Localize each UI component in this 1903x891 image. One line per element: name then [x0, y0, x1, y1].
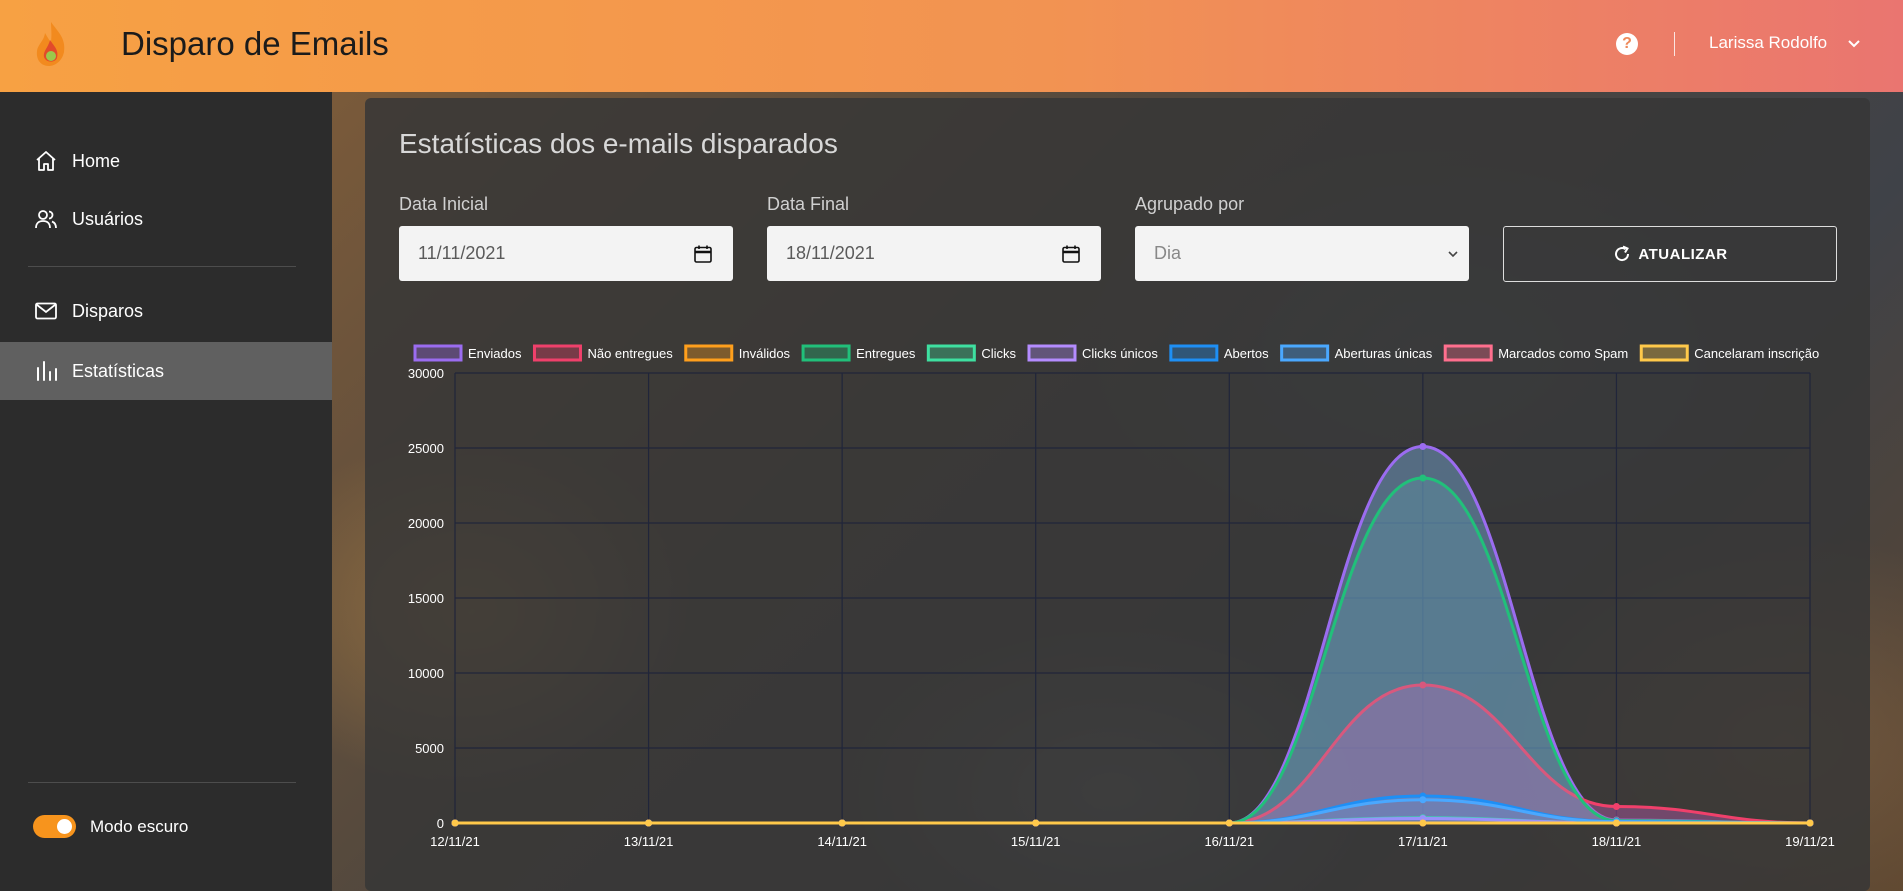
chevron-down-icon — [1448, 251, 1458, 258]
sidebar-item-estatisticas[interactable]: Estatísticas — [0, 342, 332, 400]
top-header: Disparo de Emails ? Larissa Rodolfo — [0, 0, 1903, 92]
header-divider — [1674, 32, 1675, 56]
sidebar-item-home[interactable]: Home — [0, 132, 332, 190]
end-date-value: 18/11/2021 — [786, 243, 875, 263]
user-menu-name[interactable]: Larissa Rodolfo — [1709, 33, 1827, 53]
sidebar-item-label: Home — [72, 150, 121, 171]
mail-icon — [35, 302, 57, 320]
start-date-label: Data Inicial — [399, 194, 489, 214]
chevron-down-icon[interactable] — [1846, 36, 1862, 52]
users-icon — [35, 210, 57, 229]
home-icon — [36, 151, 56, 171]
toggle-knob — [57, 819, 72, 834]
start-date-input[interactable]: 11/11/2021 — [399, 226, 733, 281]
sidebar-item-label: Estatísticas — [72, 360, 165, 381]
group-by-value: Dia — [1154, 243, 1182, 263]
app-title: Disparo de Emails — [121, 25, 389, 62]
sidebar-divider — [28, 782, 296, 783]
calendar-icon[interactable] — [693, 244, 713, 264]
statistics-card — [365, 98, 1870, 891]
calendar-icon[interactable] — [1061, 244, 1081, 264]
help-icon[interactable]: ? — [1616, 33, 1638, 55]
page-title: Estatísticas dos e-mails disparados — [399, 128, 838, 159]
sidebar-item-users[interactable]: Usuários — [0, 190, 332, 248]
dark-mode-label: Modo escuro — [90, 817, 189, 836]
logo-icon[interactable] — [32, 20, 70, 68]
refresh-label: ATUALIZAR — [1638, 245, 1728, 263]
refresh-button[interactable]: ATUALIZAR — [1503, 226, 1837, 282]
sidebar-item-label: Disparos — [72, 300, 144, 321]
start-date-value: 11/11/2021 — [418, 243, 506, 263]
refresh-icon — [1615, 245, 1630, 262]
end-date-label: Data Final — [767, 194, 850, 214]
dark-mode-toggle[interactable] — [33, 815, 76, 838]
group-by-label: Agrupado por — [1135, 194, 1245, 214]
sidebar-divider — [28, 266, 296, 267]
end-date-input[interactable]: 18/11/2021 — [767, 226, 1101, 281]
group-by-select[interactable]: Dia — [1135, 226, 1469, 281]
sidebar-item-label: Usuários — [72, 208, 144, 229]
bar-chart-icon — [37, 361, 57, 381]
sidebar-item-disparos[interactable]: Disparos — [0, 282, 332, 340]
sidebar: Home Usuários Disparos Estatísticas Modo… — [0, 92, 332, 891]
